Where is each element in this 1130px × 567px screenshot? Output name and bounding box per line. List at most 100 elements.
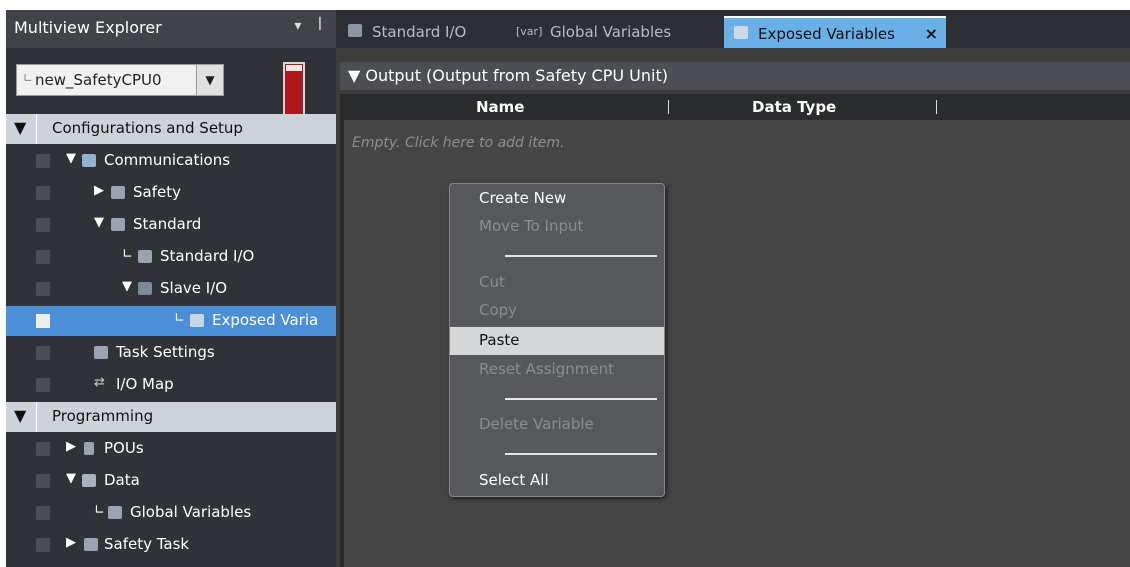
collapse-triangle-icon[interactable]: ▼ [14,118,26,137]
slave-io-icon [138,282,152,295]
var-icon [108,506,122,519]
tree-label: Data [104,471,140,489]
task-settings-icon [94,346,108,359]
menu-item-copy[interactable]: Copy [450,297,664,325]
tree-item-global-variables[interactable]: ∟ Global Variables [6,498,336,528]
tree-checkbox[interactable] [36,282,50,296]
io-map-icon: ⇄ [94,375,105,390]
tree-label: Global Variables [130,503,252,521]
menu-item-label: Paste [479,331,520,349]
menu-item-create-new[interactable]: Create New [450,185,664,213]
tree-item-data[interactable]: ▼ Data [6,466,336,496]
tree-item-task-settings[interactable]: Task Settings [6,338,336,368]
tab-exposed-variables[interactable]: Exposed Variables × [724,16,946,48]
communications-icon [82,154,96,167]
tree-checkbox[interactable] [36,186,50,200]
menu-item-delete-variable[interactable]: Delete Variable [450,411,664,439]
multiview-explorer: Multiview Explorer ▾ ꟾ ∟ new_SafetyCPU0 … [6,10,336,567]
tree-checkbox[interactable] [36,314,50,328]
tree-checkbox[interactable] [36,346,50,360]
tree-label: Standard I/O [160,247,255,265]
tree-label: POUs [104,439,144,457]
safety-task-icon [84,538,98,551]
empty-hint[interactable]: Empty. Click here to add item. [352,135,564,151]
tree-checkbox[interactable] [36,218,50,232]
tree-item-standard-io[interactable]: ∟ Standard I/O [6,242,336,272]
explorer-header: Multiview Explorer ▾ ꟾ [6,10,336,48]
tree-item-slave-io[interactable]: ▼ Slave I/O [6,274,336,304]
tree-label: Standard [133,215,202,233]
tree-item-standard[interactable]: ▼ Standard [6,210,336,240]
device-dropdown[interactable]: ∟ new_SafetyCPU0 ▼ [16,64,224,96]
column-separator[interactable] [668,100,669,114]
device-prefix: ∟ [23,71,34,85]
tree-item-safety-task[interactable]: ▶ Safety Task [6,530,336,560]
menu-item-cut[interactable]: Cut [450,269,664,297]
collapse-triangle-icon[interactable]: ▼ [14,406,26,425]
collapsed-triangle-icon[interactable]: ▶ [66,439,76,454]
standard-icon [111,218,125,231]
section-divider [36,114,37,144]
menu-item-label: Delete Variable [479,415,594,433]
menu-item-label: Select All [479,471,549,489]
standard-io-icon [348,24,362,37]
tab-standard-io[interactable]: Standard I/O [342,16,504,46]
tree-checkbox[interactable] [36,250,50,264]
pous-icon [84,442,94,455]
menu-item-move-to-input[interactable]: Move To Input [450,213,664,241]
column-separator[interactable] [936,100,937,114]
tab-global-variables[interactable]: [var] Global Variables [512,16,712,46]
section-divider [36,402,37,432]
tree-checkbox[interactable] [36,538,50,552]
tab-label: Standard I/O [372,23,467,41]
close-icon[interactable]: × [925,24,938,43]
exposed-variables-icon [190,314,204,327]
tree-checkbox[interactable] [36,442,50,456]
menu-item-paste[interactable]: Paste [450,327,664,355]
menu-separator [505,255,657,257]
tree-label: I/O Map [116,375,174,393]
tree-connector-icon: ∟ [122,247,133,262]
column-header-row: Name Data Type [340,94,1130,120]
column-header-name[interactable]: Name [476,98,524,116]
tree-label: Programming [52,407,154,425]
tree-item-exposed-variables[interactable]: ∟ Exposed Varia [6,306,336,336]
tree-section-programming[interactable]: ▼ Programming [6,402,336,432]
tree-label: Slave I/O [160,279,228,297]
dropdown-arrow-icon[interactable]: ▼ [196,65,223,95]
exposed-variables-icon [734,26,748,39]
tree-item-safety[interactable]: ▶ Safety [6,178,336,208]
tree-item-pous[interactable]: ▶ POUs [6,434,336,464]
controller-status-indicator [283,62,305,120]
tree-item-io-map[interactable]: ⇄ I/O Map [6,370,336,400]
section-title: ▼ Output (Output from Safety CPU Unit) [348,66,668,85]
menu-item-label: Move To Input [479,217,584,235]
tab-bar: Standard I/O [var] Global Variables Expo… [336,10,1130,48]
pin-icon[interactable]: ▾ ꟾ [294,18,328,34]
menu-item-reset-assignment[interactable]: Reset Assignment [450,356,664,384]
tree-item-communications[interactable]: ▼ Communications [6,146,336,176]
standard-io-icon [138,250,152,263]
menu-item-select-all[interactable]: Select All [450,467,664,495]
menu-separator [505,398,657,400]
tree-label: Configurations and Setup [52,119,243,137]
var-icon: [var] [516,25,543,38]
tree-section-configurations[interactable]: ▼ Configurations and Setup [6,114,336,144]
tree-checkbox[interactable] [36,474,50,488]
tree-connector-icon: ∟ [174,311,185,326]
menu-item-label: Reset Assignment [479,360,614,378]
tree-label: Communications [104,151,231,169]
tree-checkbox[interactable] [36,506,50,520]
expanded-triangle-icon[interactable]: ▼ [94,215,104,230]
collapsed-triangle-icon[interactable]: ▶ [66,535,76,550]
tree-checkbox[interactable] [36,154,50,168]
output-section-header[interactable]: ▼ Output (Output from Safety CPU Unit) [340,62,1130,90]
expanded-triangle-icon[interactable]: ▼ [122,279,132,294]
column-header-data-type[interactable]: Data Type [752,98,836,116]
context-menu: Create New Move To Input Cut Copy Paste … [449,183,665,497]
menu-item-label: Cut [479,273,505,291]
expanded-triangle-icon[interactable]: ▼ [66,471,76,486]
tree-checkbox[interactable] [36,378,50,392]
collapsed-triangle-icon[interactable]: ▶ [94,183,104,198]
expanded-triangle-icon[interactable]: ▼ [66,151,76,166]
